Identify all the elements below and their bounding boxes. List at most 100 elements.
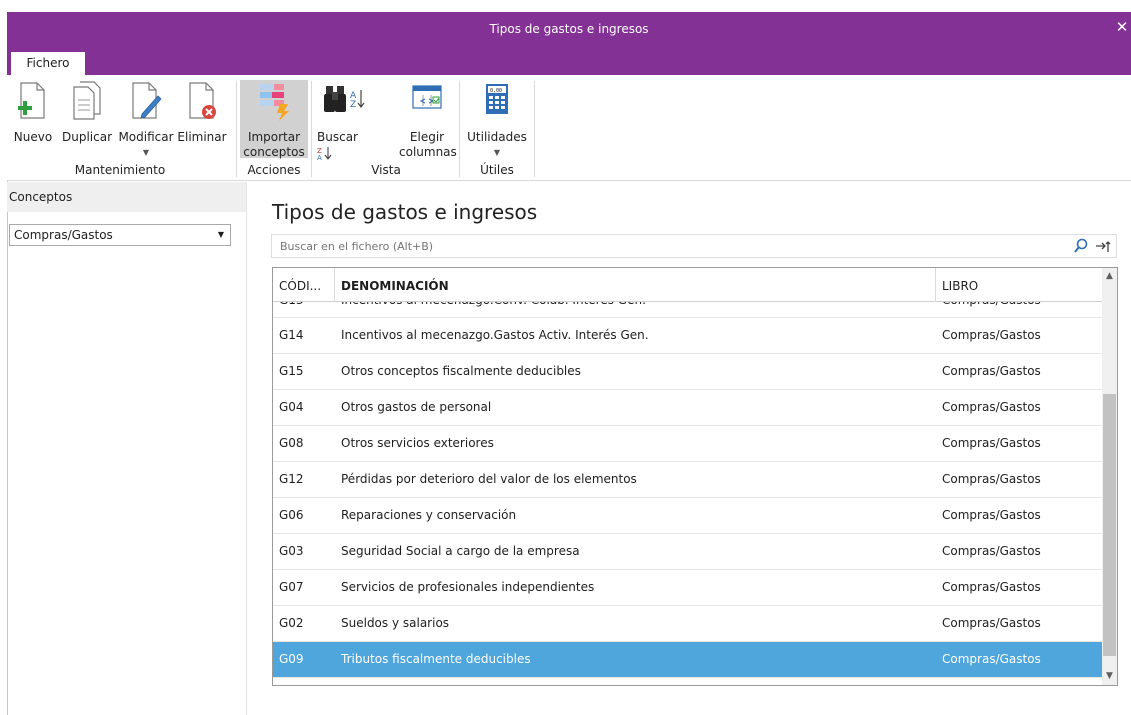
sidebar-header: Conceptos (7, 182, 246, 212)
cell-code: G08 (279, 436, 304, 450)
importar-label-2: conceptos (243, 145, 305, 159)
title-bar: Tipos de gastos e ingresos ✕ Fichero (7, 12, 1131, 75)
elegir-label-2: columnas (399, 145, 457, 159)
elegir-columnas-button[interactable]: Elegir columnas (399, 80, 457, 160)
nuevo-label: Nuevo (13, 130, 53, 144)
eliminar-label: Eliminar (177, 130, 227, 144)
edit-icon (132, 82, 162, 119)
table-header: CÓDI... DENOMINACIÓN LIBRO (273, 268, 1103, 302)
advanced-search-icon[interactable] (1094, 237, 1112, 255)
tab-fichero[interactable]: Fichero (11, 52, 85, 75)
sort-za-icon[interactable]: Z A (317, 146, 333, 162)
vertical-scrollbar[interactable]: ▲ ▼ (1102, 268, 1117, 685)
elegir-label-1: Elegir (409, 130, 445, 144)
chevron-down-icon: ▼ (217, 230, 224, 239)
cell-book: Compras/Gastos (942, 472, 1041, 486)
scroll-up-icon[interactable]: ▲ (1102, 268, 1117, 285)
calculator-display: 0,00 (490, 88, 502, 94)
cell-book: Compras/Gastos (942, 364, 1041, 378)
group-label-vista: Vista (371, 163, 401, 177)
column-header-libro[interactable]: LIBRO (936, 268, 1103, 302)
search-bar (271, 234, 1117, 258)
search-input[interactable] (272, 235, 1052, 257)
group-separator (236, 81, 237, 177)
utilidades-label: Utilidades (467, 130, 527, 144)
column-header-code[interactable]: CÓDI... (273, 268, 335, 302)
sidebar: Conceptos Compras/Gastos ▼ (7, 182, 247, 715)
table-row[interactable]: G13 Incentivos al mecenazgo.Conv. Colab.… (273, 293, 1103, 318)
cell-book: Compras/Gastos (942, 400, 1041, 414)
scrollbar-thumb[interactable] (1103, 394, 1116, 656)
buscar-button[interactable]: A Z Buscar Z A (317, 80, 369, 162)
cell-name: Sueldos y salarios (341, 616, 450, 630)
table-row[interactable]: G04 Otros gastos de personal Compras/Gas… (273, 390, 1103, 426)
search-icon[interactable] (1072, 237, 1090, 255)
cell-name: Otros conceptos fiscalmente deducibles (341, 364, 581, 378)
cell-name: Tributos fiscalmente deducibles (341, 652, 531, 666)
cell-code: G09 (279, 652, 304, 666)
cell-book: Compras/Gastos (942, 616, 1041, 630)
cell-name: Otros servicios exteriores (341, 436, 494, 450)
modificar-button[interactable]: Modificar ▼ (117, 80, 175, 160)
duplicar-button[interactable]: Duplicar (59, 80, 115, 145)
svg-text:A: A (317, 154, 322, 160)
table-row[interactable]: G14 Incentivos al mecenazgo.Gastos Activ… (273, 318, 1103, 354)
cell-code: G12 (279, 472, 304, 486)
table-row[interactable]: G15 Otros conceptos fiscalmente deducibl… (273, 354, 1103, 390)
table-row[interactable]: G02 Sueldos y salarios Compras/Gastos (273, 606, 1103, 642)
cell-name: Otros gastos de personal (341, 400, 492, 414)
cell-code: G06 (279, 508, 304, 522)
group-separator (311, 81, 312, 177)
binoculars-icon: A Z (324, 86, 365, 112)
cell-code: G04 (279, 400, 304, 414)
group-label-acciones: Acciones (247, 163, 301, 177)
cell-book: Compras/Gastos (942, 580, 1041, 594)
cell-book: Compras/Gastos (942, 544, 1041, 558)
delete-icon (189, 82, 216, 119)
scroll-down-icon[interactable]: ▼ (1102, 668, 1117, 685)
duplicar-label: Duplicar (61, 130, 112, 144)
cell-code: G15 (279, 364, 304, 378)
cell-code: G14 (279, 328, 304, 342)
buscar-label: Buscar Z A (317, 130, 358, 162)
cell-name: Pérdidas por deterioro del valor de los … (341, 472, 637, 486)
cell-name: Reparaciones y conservación (341, 508, 517, 522)
new-document-icon (18, 82, 45, 119)
cell-name: Incentivos al mecenazgo.Gastos Activ. In… (341, 328, 649, 342)
cell-book: Compras/Gastos (942, 652, 1041, 666)
cell-book: Compras/Gastos (942, 436, 1041, 450)
group-separator (534, 81, 535, 177)
calculator-icon: 0,00 (486, 84, 508, 114)
import-icon (260, 84, 289, 121)
table-row[interactable]: G07 Servicios de profesionales independi… (273, 570, 1103, 606)
nuevo-button[interactable]: Nuevo (9, 80, 57, 145)
table-row[interactable]: G03 Seguridad Social a cargo de la empre… (273, 534, 1103, 570)
cell-book: Compras/Gastos (942, 508, 1041, 522)
chevron-down-icon: ▼ (493, 148, 501, 157)
cell-code: G03 (279, 544, 304, 558)
close-icon[interactable]: ✕ (1113, 16, 1131, 38)
group-label-utiles: Útiles (480, 163, 514, 177)
columns-icon (412, 85, 442, 109)
cell-book: Compras/Gastos (942, 328, 1041, 342)
importar-conceptos-button[interactable]: Importar conceptos (240, 80, 308, 159)
concept-select[interactable]: Compras/Gastos ▼ (9, 224, 231, 246)
concept-select-value: Compras/Gastos (14, 228, 113, 242)
modificar-label: Modificar (118, 130, 174, 144)
ribbon: Nuevo Duplicar Modificar ▼ Eliminar Mant… (7, 75, 1131, 181)
table-row[interactable]: G08 Otros servicios exteriores Compras/G… (273, 426, 1103, 462)
table-row[interactable]: G12 Pérdidas por deterioro del valor de … (273, 462, 1103, 498)
cell-code: G07 (279, 580, 304, 594)
cell-name: Seguridad Social a cargo de la empresa (341, 544, 580, 558)
chevron-down-icon: ▼ (142, 148, 150, 157)
table-row-selected[interactable]: G09 Tributos fiscalmente deducibles Comp… (273, 642, 1103, 678)
group-separator (459, 81, 460, 177)
importar-label-1: Importar (247, 130, 301, 144)
table-row[interactable]: G06 Reparaciones y conservación Compras/… (273, 498, 1103, 534)
cell-name: Servicios de profesionales independiente… (341, 580, 595, 594)
table-body: G13 Incentivos al mecenazgo.Conv. Colab.… (273, 293, 1103, 678)
group-label-mantenimiento: Mantenimiento (74, 163, 166, 177)
column-header-denominacion[interactable]: DENOMINACIÓN (335, 268, 936, 302)
eliminar-button[interactable]: Eliminar (177, 80, 227, 145)
utilidades-button[interactable]: 0,00 Utilidades ▼ (463, 80, 531, 160)
